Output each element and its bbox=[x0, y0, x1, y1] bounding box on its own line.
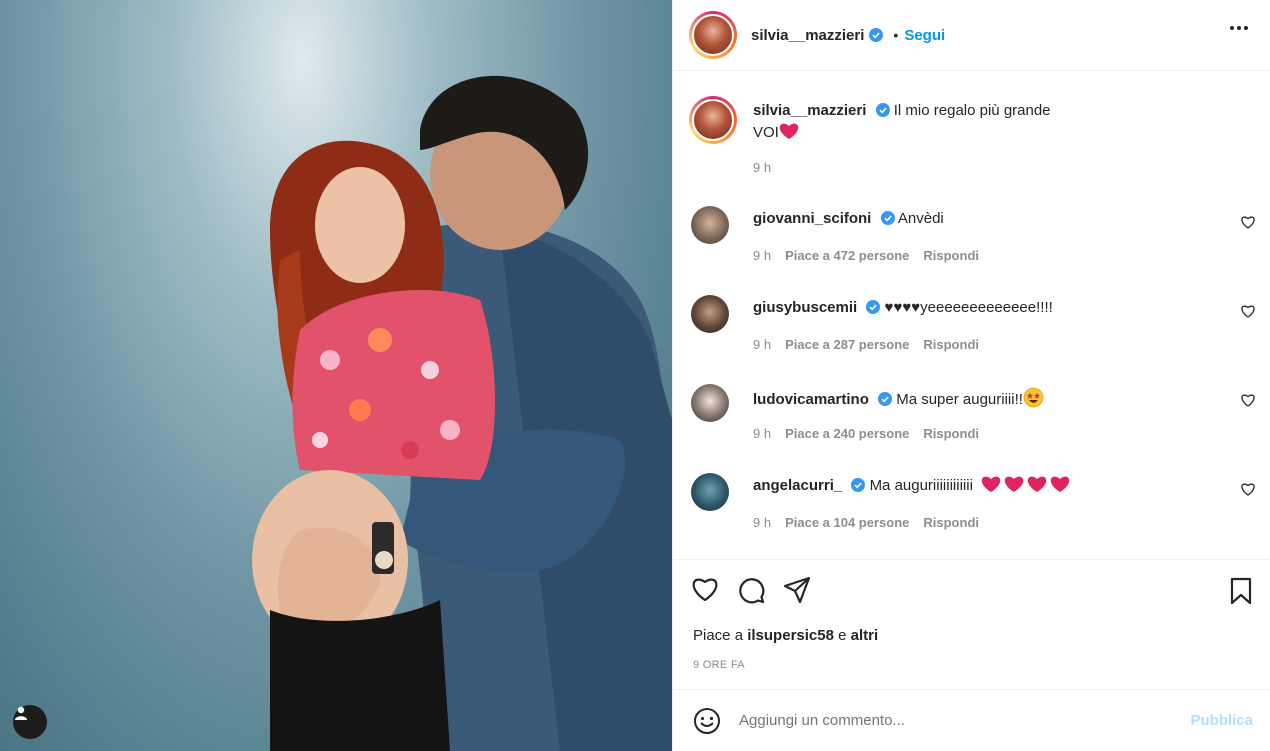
post-actions: Piace a ilsupersic58 e altri 9 ORE FA bbox=[673, 559, 1270, 689]
verified-badge-icon bbox=[866, 300, 881, 314]
author-avatar[interactable] bbox=[689, 11, 737, 59]
verified-badge-icon bbox=[851, 478, 866, 492]
follow-button[interactable]: Segui bbox=[904, 27, 945, 44]
comment-username[interactable]: giovanni_scifoni bbox=[753, 210, 871, 227]
comment-username[interactable]: ludovicamartino bbox=[753, 391, 869, 408]
like-heart-icon[interactable] bbox=[691, 576, 719, 602]
like-comment-heart-icon[interactable] bbox=[1241, 394, 1255, 407]
author-username[interactable]: silvia__mazzieri bbox=[751, 27, 864, 44]
comment-username[interactable]: angelacurri_ bbox=[753, 477, 842, 494]
comment-text: ♥♥♥♥yeeeeeeeeeeeee!!!! bbox=[884, 299, 1053, 316]
likes-others[interactable]: altri bbox=[851, 627, 879, 644]
comment-row: giovanni_scifoni Anvèdi 9 h Piace a 472 p… bbox=[691, 206, 1261, 286]
caption-line1: Il mio regalo più grande bbox=[893, 102, 1051, 119]
reply-button[interactable]: Rispondi bbox=[923, 515, 979, 530]
separator-dot: • bbox=[893, 27, 899, 43]
comment-row: angelacurri_ Ma auguriiiiiiiiiiii 9 h Pia… bbox=[691, 473, 1261, 553]
verified-badge-icon bbox=[878, 392, 893, 406]
commenter-avatar[interactable] bbox=[691, 295, 729, 333]
like-comment-heart-icon[interactable] bbox=[1241, 483, 1255, 496]
bookmark-icon[interactable] bbox=[1229, 577, 1253, 605]
add-comment-bar: Pubblica bbox=[673, 689, 1270, 751]
likes-user[interactable]: ilsupersic58 bbox=[747, 627, 834, 644]
reply-button[interactable]: Rispondi bbox=[923, 248, 979, 263]
comment-row: ludovicamartino Ma super auguriiii!! 9 h… bbox=[691, 384, 1261, 464]
reply-button[interactable]: Rispondi bbox=[923, 337, 979, 352]
commenter-avatar[interactable] bbox=[691, 384, 729, 422]
comment-likes[interactable]: Piace a 472 persone bbox=[785, 248, 909, 263]
emoji-icon[interactable] bbox=[693, 707, 721, 735]
commenter-avatar[interactable] bbox=[691, 473, 729, 511]
likes-prefix: Piace a bbox=[693, 627, 744, 644]
caption-avatar[interactable] bbox=[689, 96, 737, 144]
comment-time: 9 h bbox=[753, 337, 772, 352]
comment-likes[interactable]: Piace a 287 persone bbox=[785, 337, 909, 352]
likes-mid: e bbox=[838, 627, 847, 644]
comment-username[interactable]: giusybuscemii bbox=[753, 299, 857, 316]
tagged-user-icon[interactable] bbox=[13, 705, 47, 739]
verified-badge-icon bbox=[875, 103, 890, 117]
caption-time: 9 h bbox=[753, 160, 772, 175]
like-comment-heart-icon[interactable] bbox=[1241, 305, 1255, 318]
verified-badge-icon bbox=[880, 211, 895, 225]
post-photo[interactable] bbox=[0, 0, 672, 751]
comment-time: 9 h bbox=[753, 248, 772, 263]
star-struck-emoji-icon bbox=[1023, 387, 1044, 408]
comment-likes[interactable]: Piace a 104 persone bbox=[785, 515, 909, 530]
comment-input[interactable] bbox=[739, 712, 1191, 729]
publish-button[interactable]: Pubblica bbox=[1190, 712, 1253, 729]
caption-username[interactable]: silvia__mazzieri bbox=[753, 102, 866, 119]
comment-time: 9 h bbox=[753, 515, 772, 530]
commenter-avatar[interactable] bbox=[691, 206, 729, 244]
likes-summary[interactable]: Piace a ilsupersic58 e altri bbox=[693, 627, 878, 644]
red-hearts-icon bbox=[981, 476, 1073, 494]
comment-text: Ma auguriiiiiiiiiiii bbox=[869, 477, 973, 494]
post-panel: silvia__mazzieri • Segui silvia__mazzier… bbox=[672, 0, 1270, 751]
red-heart-icon bbox=[779, 123, 799, 139]
post-header: silvia__mazzieri • Segui bbox=[673, 0, 1270, 71]
more-options-icon[interactable] bbox=[1230, 26, 1248, 30]
comment-likes[interactable]: Piace a 240 persone bbox=[785, 426, 909, 441]
person-icon bbox=[15, 706, 27, 720]
share-direct-icon[interactable] bbox=[783, 576, 811, 604]
reply-button[interactable]: Rispondi bbox=[923, 426, 979, 441]
caption: silvia__mazzieri Il mio regalo più grand… bbox=[753, 100, 1223, 144]
comment-bubble-icon[interactable] bbox=[737, 576, 765, 604]
post-timestamp[interactable]: 9 ORE FA bbox=[693, 659, 745, 671]
photo-illustration bbox=[252, 75, 672, 751]
caption-line2: VOI bbox=[753, 124, 779, 141]
like-comment-heart-icon[interactable] bbox=[1241, 216, 1255, 229]
comment-text: Ma super auguriiii!! bbox=[896, 391, 1023, 408]
comment-row: giusybuscemii ♥♥♥♥yeeeeeeeeeeeee!!!! 9 h… bbox=[691, 295, 1261, 375]
comment-time: 9 h bbox=[753, 426, 772, 441]
verified-badge-icon bbox=[869, 28, 884, 42]
comment-text: Anvèdi bbox=[897, 210, 944, 227]
